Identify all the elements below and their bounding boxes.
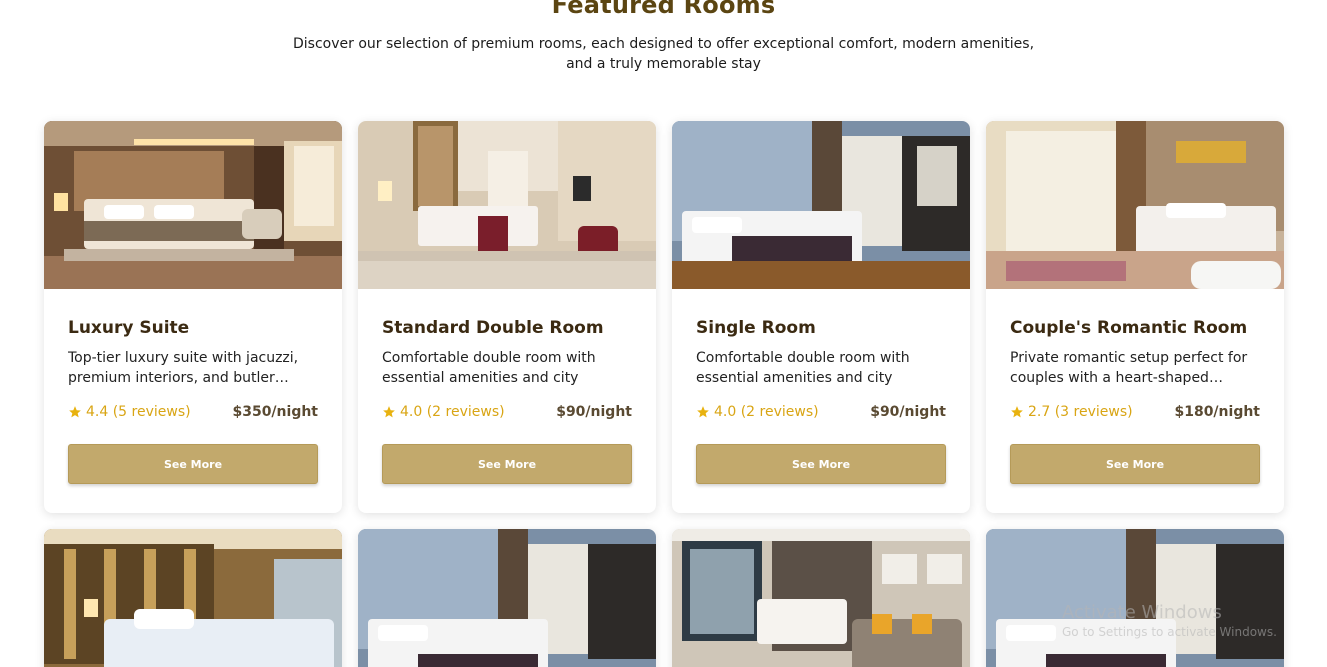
room-rating: 4.4 (5 reviews) (68, 404, 191, 420)
rooms-grid: Luxury Suite Top-tier luxury suite with … (44, 121, 1284, 667)
room-card: Single Room Comfortable double room with… (672, 121, 970, 513)
room-price: $180/night (1174, 404, 1260, 420)
room-price: $90/night (556, 404, 632, 420)
section-header: Featured Rooms Discover our selection of… (0, 0, 1327, 74)
watermark-subtitle: Go to Settings to activate Windows. (1062, 625, 1277, 639)
room-photo (986, 529, 1284, 667)
see-more-button[interactable]: See More (1010, 444, 1260, 484)
star-icon (697, 406, 709, 418)
rating-text: 4.4 (5 reviews) (86, 404, 191, 420)
room-title: Standard Double Room (382, 318, 604, 338)
room-card: Standard Double Room Comfortable double … (358, 121, 656, 513)
room-card: Couple's Romantic Room Private romantic … (986, 121, 1284, 513)
see-more-button[interactable]: See More (382, 444, 632, 484)
room-description: Comfortable double room with essential a… (696, 350, 910, 386)
rating-text: 4.0 (2 reviews) (714, 404, 819, 420)
room-photo (672, 121, 970, 289)
room-card: Luxury Suite Top-tier luxury suite with … (44, 121, 342, 513)
room-photo (358, 529, 656, 667)
section-subtitle: Discover our selection of premium rooms,… (292, 36, 1035, 72)
watermark-title: Activate Windows (1062, 602, 1222, 623)
room-rating: 2.7 (3 reviews) (1010, 404, 1133, 420)
room-photo (986, 121, 1284, 289)
room-title: Couple's Romantic Room (1010, 318, 1248, 338)
room-rating: 4.0 (2 reviews) (382, 404, 505, 420)
star-icon (69, 406, 81, 418)
star-icon (383, 406, 395, 418)
rating-text: 4.0 (2 reviews) (400, 404, 505, 420)
room-price: $90/night (870, 404, 946, 420)
room-title: Luxury Suite (68, 318, 190, 338)
room-card (44, 529, 342, 667)
section-title: Featured Rooms (551, 0, 776, 19)
room-card (986, 529, 1284, 667)
star-icon (1011, 406, 1023, 418)
room-card (358, 529, 656, 667)
room-description: Top-tier luxury suite with jacuzzi, prem… (68, 350, 299, 386)
rating-text: 2.7 (3 reviews) (1028, 404, 1133, 420)
room-photo (672, 529, 970, 667)
room-photo (44, 529, 342, 667)
room-description: Comfortable double room with essential a… (382, 350, 596, 386)
room-price: $350/night (232, 404, 318, 420)
room-card (672, 529, 970, 667)
room-photo (44, 121, 342, 289)
see-more-button[interactable]: See More (696, 444, 946, 484)
activation-watermark: Activate Windows Go to Settings to activ… (1062, 602, 1277, 639)
room-rating: 4.0 (2 reviews) (696, 404, 819, 420)
room-title: Single Room (696, 318, 816, 338)
room-photo (358, 121, 656, 289)
see-more-button[interactable]: See More (68, 444, 318, 484)
room-description: Private romantic setup perfect for coupl… (1010, 350, 1248, 386)
